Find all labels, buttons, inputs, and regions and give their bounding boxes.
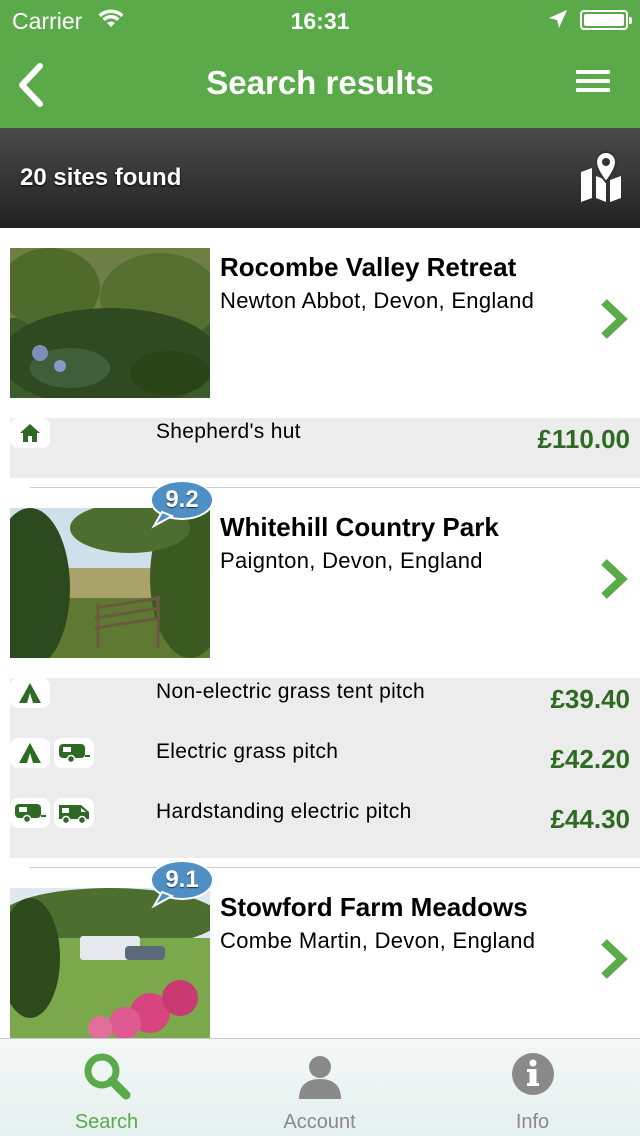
caravan-icon bbox=[10, 798, 50, 828]
site-name: Rocombe Valley Retreat bbox=[220, 252, 517, 282]
clock: 16:31 bbox=[290, 8, 350, 34]
site-location: Newton Abbot, Devon, England bbox=[220, 288, 535, 313]
status-bar: Carrier 16:31 bbox=[0, 0, 640, 40]
pitch-price: £110.00 bbox=[537, 424, 630, 454]
menu-icon[interactable] bbox=[576, 70, 610, 96]
pitch-label: Hardstanding electric pitch bbox=[156, 800, 412, 823]
site-location: Combe Martin, Devon, England bbox=[220, 928, 536, 953]
results-count: 20 sites found bbox=[20, 164, 182, 191]
rating-value: 9.2 bbox=[165, 486, 199, 513]
pitch-price: £42.20 bbox=[550, 744, 630, 774]
site-name: Whitehill Country Park bbox=[220, 512, 499, 542]
location-arrow-icon bbox=[549, 10, 567, 28]
tab-bar: Search Account Info bbox=[0, 1038, 640, 1136]
navigation-bar: Carrier 16:31 Search results bbox=[0, 0, 640, 128]
tent-icon bbox=[10, 738, 50, 768]
site-location: Paignton, Devon, England bbox=[220, 548, 483, 573]
pitch-list: Shepherd's hut £110.00 bbox=[10, 418, 640, 478]
tab-label: Info bbox=[515, 1111, 550, 1133]
search-icon bbox=[84, 1053, 130, 1100]
caravan-icon bbox=[54, 738, 94, 768]
chevron-right-icon[interactable] bbox=[596, 296, 630, 342]
site-photo bbox=[10, 248, 210, 398]
pitch-row[interactable]: Non-electric grass tent pitch £39.40 bbox=[10, 678, 640, 738]
tab-label: Account bbox=[283, 1111, 356, 1133]
site-card[interactable]: 9.2 Whitehill Country Park Paignton, Dev… bbox=[0, 480, 640, 868]
tent-icon bbox=[10, 678, 50, 708]
account-icon bbox=[298, 1056, 341, 1099]
chevron-right-icon[interactable] bbox=[596, 936, 630, 982]
chevron-right-icon[interactable] bbox=[596, 556, 630, 602]
page-title: Search results bbox=[206, 64, 434, 101]
pitch-price: £44.30 bbox=[550, 804, 630, 834]
tab-info[interactable]: Info bbox=[426, 1039, 639, 1136]
site-name: Stowford Farm Meadows bbox=[220, 892, 528, 922]
motorhome-icon bbox=[54, 798, 94, 828]
tab-label: Search bbox=[74, 1111, 139, 1133]
battery-icon bbox=[580, 10, 632, 30]
tab-search[interactable]: Search bbox=[0, 1039, 213, 1136]
info-icon bbox=[511, 1053, 554, 1095]
house-icon bbox=[10, 418, 50, 448]
pitch-list: Non-electric grass tent pitch £39.40 Ele… bbox=[10, 678, 640, 858]
tab-account[interactable]: Account bbox=[213, 1039, 426, 1136]
site-card[interactable]: Rocombe Valley Retreat Newton Abbot, Dev… bbox=[0, 228, 640, 488]
pitch-row[interactable]: Shepherd's hut £110.00 bbox=[10, 418, 640, 478]
site-card[interactable]: 9.1 Stowford Farm Meadows Combe Martin, … bbox=[0, 860, 640, 1048]
rating-badge: 9.2 bbox=[150, 480, 214, 532]
rating-badge: 9.1 bbox=[150, 860, 214, 912]
pitch-price: £39.40 bbox=[550, 684, 630, 714]
pitch-row[interactable]: Electric grass pitch £42.20 bbox=[10, 738, 640, 798]
results-list: Rocombe Valley Retreat Newton Abbot, Dev… bbox=[0, 228, 640, 1048]
pitch-label: Non-electric grass tent pitch bbox=[156, 680, 425, 703]
pitch-label: Electric grass pitch bbox=[156, 740, 339, 763]
map-view-icon[interactable] bbox=[578, 150, 624, 206]
rating-value: 9.1 bbox=[165, 866, 199, 893]
pitch-label: Shepherd's hut bbox=[156, 420, 301, 443]
results-header: 20 sites found bbox=[0, 128, 640, 228]
pitch-row[interactable]: Hardstanding electric pitch £44.30 bbox=[10, 798, 640, 858]
